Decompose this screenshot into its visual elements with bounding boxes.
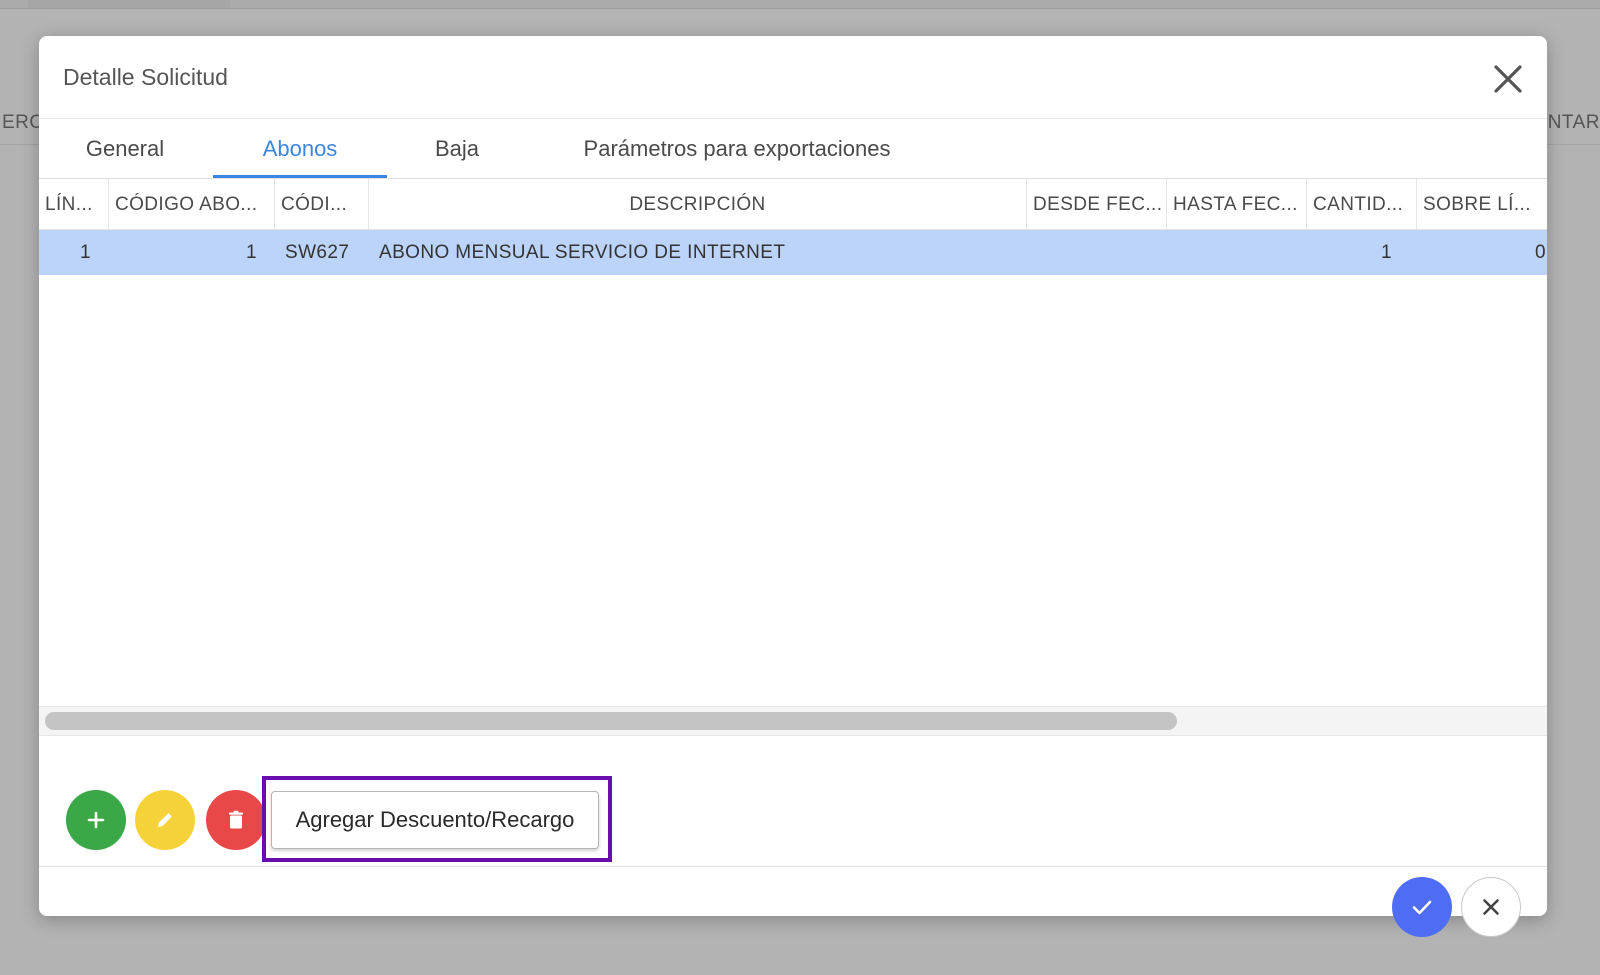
modal-header: Detalle Solicitud — [39, 36, 1547, 119]
tab-bar: General Abonos Baja Parámetros para expo… — [39, 118, 1547, 179]
column-header-linea[interactable]: LÍN... — [39, 179, 109, 229]
column-header-hasta-fecha[interactable]: HASTA FEC... — [1167, 179, 1307, 229]
modal-title: Detalle Solicitud — [63, 64, 228, 90]
horizontal-scrollbar[interactable] — [39, 706, 1547, 736]
confirm-button[interactable] — [1392, 877, 1452, 937]
cell-sobre-linea: 0 — [1535, 242, 1546, 263]
column-header-sobre-linea[interactable]: SOBRE LÍ... — [1417, 179, 1547, 229]
trash-icon — [229, 810, 243, 829]
cell-hasta-fecha — [1167, 230, 1307, 275]
pencil-icon — [158, 813, 172, 827]
tab-export-parameters[interactable]: Parámetros para exportaciones — [559, 132, 915, 178]
column-header-desde-fecha[interactable]: DESDE FEC... — [1027, 179, 1167, 229]
plus-icon — [87, 811, 105, 829]
table-row[interactable]: 1 1 SW627 ABONO MENSUAL SERVICIO DE INTE… — [39, 230, 1547, 275]
tab-general[interactable]: General — [59, 132, 191, 178]
close-icon — [1483, 899, 1499, 915]
cell-linea: 1 — [80, 242, 91, 263]
edit-button[interactable] — [135, 790, 195, 850]
grid-actions: Agregar Descuento/Recargo — [39, 735, 1547, 866]
cell-cantidad: 1 — [1381, 242, 1392, 263]
detail-request-modal: Detalle Solicitud General Abonos Baja Pa… — [39, 36, 1547, 916]
delete-button[interactable] — [206, 790, 266, 850]
column-header-codigo[interactable]: CÓDI... — [275, 179, 369, 229]
cell-desde-fecha — [1027, 230, 1167, 275]
abonos-grid: LÍN... CÓDIGO ABO... CÓDI... DESCRIPCIÓN… — [39, 179, 1547, 705]
check-icon — [1412, 900, 1432, 915]
background-tab — [28, 0, 230, 8]
background-column-fragment-right: NTAR — [1547, 112, 1600, 133]
background-top-bar — [0, 0, 1600, 9]
column-header-cantidad[interactable]: CANTID... — [1307, 179, 1417, 229]
cell-descripcion: ABONO MENSUAL SERVICIO DE INTERNET — [379, 242, 786, 263]
cell-codigo-abono: 1 — [246, 242, 257, 263]
modal-footer — [39, 866, 1547, 916]
cell-codigo: SW627 — [285, 242, 350, 263]
close-icon[interactable] — [1491, 62, 1525, 96]
add-discount-surcharge-button[interactable]: Agregar Descuento/Recargo — [271, 791, 599, 849]
tab-baja[interactable]: Baja — [409, 132, 505, 178]
column-header-descripcion[interactable]: DESCRIPCIÓN — [369, 179, 1027, 229]
horizontal-scrollbar-thumb[interactable] — [45, 712, 1177, 730]
cancel-button[interactable] — [1461, 877, 1521, 937]
tab-abonos[interactable]: Abonos — [213, 132, 387, 178]
add-button[interactable] — [66, 790, 126, 850]
column-header-codigo-abono[interactable]: CÓDIGO ABO... — [109, 179, 275, 229]
grid-header: LÍN... CÓDIGO ABO... CÓDI... DESCRIPCIÓN… — [39, 179, 1547, 230]
